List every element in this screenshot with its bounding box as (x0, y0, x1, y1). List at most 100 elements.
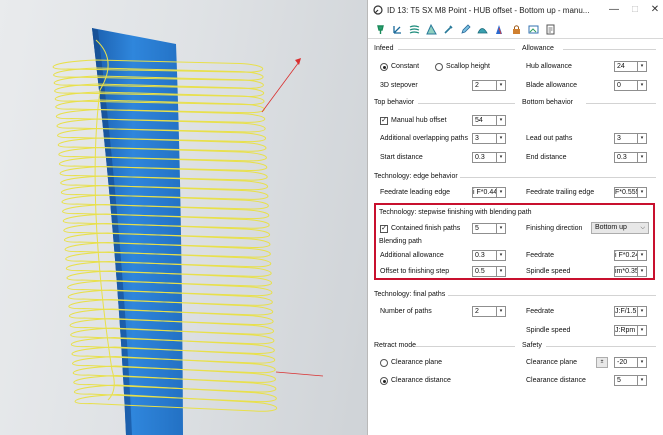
window-title: ID 13: T5 SX M8 Point - HUB offset - Bot… (387, 5, 590, 15)
finishing-direction-select[interactable]: Bottom up ⌵ (591, 222, 649, 234)
contained-finish-dropdown[interactable]: ▾ (497, 223, 506, 234)
blade-allowance-dropdown[interactable]: ▾ (638, 80, 647, 91)
blending-feedrate-label: Feedrate (526, 252, 555, 259)
image-icon[interactable] (527, 23, 540, 36)
feedrate-leading-input[interactable]: i F*0.444 (472, 187, 497, 198)
start-distance-dropdown[interactable]: ▾ (497, 152, 506, 163)
blending-spindle-dropdown[interactable]: ▾ (638, 266, 647, 277)
tilt-icon[interactable] (425, 23, 438, 36)
blending-spindle-input[interactable]: im*0.357 (614, 266, 638, 277)
manual-hub-checkbox[interactable]: ✓ (380, 117, 388, 125)
end-distance-input[interactable]: 0.3 (614, 152, 638, 163)
axis-line-lower (275, 371, 324, 377)
retract-distance-radio[interactable] (380, 377, 388, 385)
hub-icon[interactable] (476, 23, 489, 36)
pin-icon[interactable] (374, 23, 387, 36)
top-behavior-divider (418, 103, 515, 104)
feedrate-leading-label: Feedrate leading edge (380, 189, 451, 196)
hub-allowance-input[interactable]: 24 (614, 61, 638, 72)
infeed-title: Infeed (374, 45, 394, 52)
safety-distance-input[interactable]: 5 (614, 375, 638, 386)
unit-toggle-button[interactable]: ± (596, 357, 608, 368)
retract-mode-title: Retract mode (374, 342, 417, 349)
paths-icon[interactable] (408, 23, 421, 36)
contained-finish-input[interactable]: 5 (472, 223, 497, 234)
infeed-scallop-radio[interactable] (435, 63, 443, 71)
safety-divider (546, 346, 656, 347)
close-button[interactable]: ✕ (648, 3, 662, 17)
stepwise-title: Technology: stepwise finishing with blen… (379, 209, 532, 216)
offset-finishing-dropdown[interactable]: ▾ (497, 266, 506, 277)
start-distance-input[interactable]: 0.3 (472, 152, 497, 163)
feedrate-trailing-label: Feedrate trailing edge (526, 189, 595, 196)
offset-finishing-label: Offset to finishing step (380, 268, 450, 275)
infeed-scallop-label: Scallop height (446, 63, 490, 70)
number-of-paths-label: Number of paths (380, 308, 432, 315)
number-of-paths-input[interactable]: 2 (472, 306, 497, 317)
3d-viewport[interactable] (0, 0, 367, 435)
maximize-button[interactable]: □ (628, 3, 642, 17)
safety-distance-label: Clearance distance (526, 377, 586, 384)
feedrate-trailing-dropdown[interactable]: ▾ (638, 187, 647, 198)
finishing-direction-label: Finishing direction (526, 225, 583, 232)
blade-allowance-label: Blade allowance (526, 82, 577, 89)
safety-plane-dropdown[interactable]: ▾ (638, 357, 647, 368)
overlap-input[interactable]: 3 (472, 133, 497, 144)
leadout-input[interactable]: 3 (614, 133, 638, 144)
title-bar[interactable]: ID 13: T5 SX M8 Point - HUB offset - Bot… (368, 0, 663, 20)
contained-finish-label: Contained finish paths (391, 225, 461, 232)
tool-icon[interactable] (442, 23, 455, 36)
document-icon[interactable] (544, 23, 557, 36)
final-spindle-label: Spindle speed (526, 327, 571, 334)
final-spindle-dropdown[interactable]: ▾ (638, 325, 647, 336)
chevron-down-icon: ⌵ (640, 225, 645, 231)
infeed-divider (398, 49, 515, 50)
overlap-dropdown[interactable]: ▾ (497, 133, 506, 144)
bottom-behavior-divider (586, 103, 656, 104)
final-paths-divider (448, 295, 656, 296)
finishing-direction-value: Bottom up (595, 224, 627, 231)
manual-hub-dropdown[interactable]: ▾ (497, 115, 506, 126)
manual-hub-input[interactable]: 54 (472, 115, 497, 126)
feedrate-trailing-input[interactable]: F*0.555 (614, 187, 638, 198)
end-distance-label: End distance (526, 154, 567, 161)
stepover-dropdown[interactable]: ▾ (497, 80, 506, 91)
final-feedrate-dropdown[interactable]: ▾ (638, 306, 647, 317)
safety-distance-dropdown[interactable]: ▾ (638, 375, 647, 386)
feedrate-leading-dropdown[interactable]: ▾ (497, 187, 506, 198)
blade-icon[interactable] (493, 23, 506, 36)
toolbar (368, 20, 663, 39)
minimize-button[interactable]: — (607, 3, 621, 17)
hub-allowance-dropdown[interactable]: ▾ (638, 61, 647, 72)
final-feedrate-input[interactable]: J:F/1.5 (614, 306, 638, 317)
axis-line-upper (261, 61, 300, 113)
infeed-constant-label: Constant (391, 63, 420, 70)
axis-icon[interactable] (391, 23, 404, 36)
retract-distance-label: Clearance distance (391, 377, 451, 384)
start-distance-label: Start distance (380, 154, 423, 161)
end-distance-dropdown[interactable]: ▾ (638, 152, 647, 163)
blade-surface (92, 28, 183, 435)
stepover-input[interactable]: 2 (472, 80, 497, 91)
allowance-divider (563, 49, 656, 50)
safety-plane-input[interactable]: -20 (614, 357, 638, 368)
retract-plane-label: Clearance plane (391, 359, 442, 366)
lock-icon[interactable] (510, 23, 523, 36)
stepover-label: 3D stepover (380, 82, 418, 89)
infeed-constant-radio[interactable] (380, 63, 388, 71)
blade-allowance-input[interactable]: 0 (614, 80, 638, 91)
final-spindle-input[interactable]: J:Rpm (614, 325, 638, 336)
retract-plane-radio[interactable] (380, 359, 388, 367)
pen-icon[interactable] (459, 23, 472, 36)
blending-spindle-label: Spindle speed (526, 268, 571, 275)
additional-allowance-dropdown[interactable]: ▾ (497, 250, 506, 261)
final-feedrate-label: Feedrate (526, 308, 555, 315)
additional-allowance-input[interactable]: 0.3 (472, 250, 497, 261)
number-of-paths-dropdown[interactable]: ▾ (497, 306, 506, 317)
overlap-label: Additional overlapping paths (380, 135, 468, 142)
contained-finish-checkbox[interactable]: ✓ (380, 225, 388, 233)
offset-finishing-input[interactable]: 0.5 (472, 266, 497, 277)
blending-feedrate-input[interactable]: i F*0.246 (614, 250, 638, 261)
leadout-dropdown[interactable]: ▾ (638, 133, 647, 144)
blending-feedrate-dropdown[interactable]: ▾ (638, 250, 647, 261)
